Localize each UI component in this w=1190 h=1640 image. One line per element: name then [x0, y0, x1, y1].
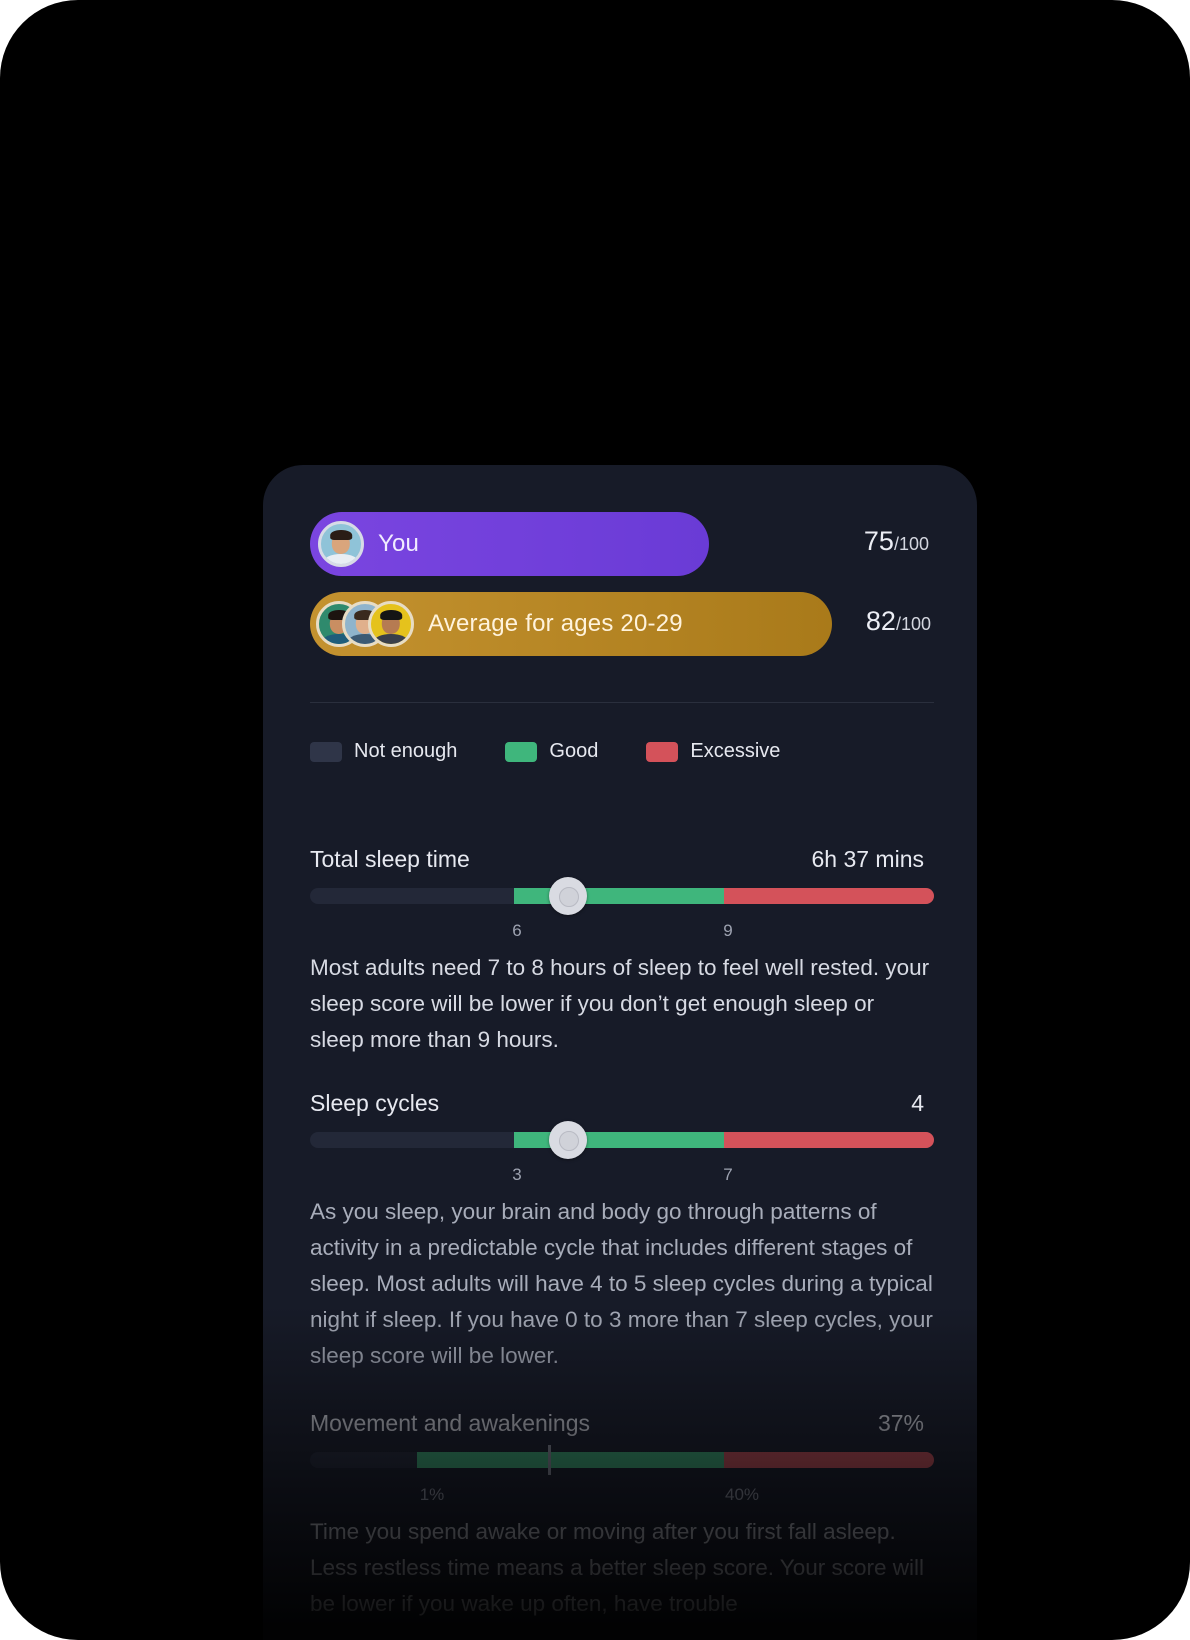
user-avatar: [318, 521, 364, 567]
range-tick-low: 3: [512, 1165, 522, 1184]
metric-description: Time you spend awake or moving after you…: [310, 1519, 925, 1616]
you-score-max: /100: [893, 534, 929, 554]
legend-item-excessive: Excessive: [646, 740, 780, 763]
legend-label-good: Good: [549, 740, 599, 762]
metric-title: Sleep cycles: [310, 1090, 440, 1116]
metric-description: As you sleep, your brain and body go thr…: [310, 1199, 933, 1368]
range-excessive-segment: [724, 1452, 934, 1468]
range-tick-high: 40%: [724, 1485, 760, 1504]
metric-description: Most adults need 7 to 8 hours of sleep t…: [310, 955, 930, 1052]
you-score-bar: You: [310, 512, 709, 576]
metric-title: Total sleep time: [310, 846, 470, 872]
metric-title: Movement and awakenings: [310, 1410, 590, 1436]
metric-value: 37%: [877, 1410, 924, 1436]
peer-avatar-3: [368, 601, 414, 647]
range-thumb[interactable]: [549, 877, 587, 915]
range-excessive-segment: [724, 888, 934, 904]
range-track: [310, 888, 934, 904]
range-thumb[interactable]: [549, 1121, 587, 1159]
range-track: [310, 1452, 934, 1468]
legend-swatch-good: [505, 741, 538, 762]
divider: [310, 702, 934, 703]
range-good-segment: [514, 888, 724, 904]
legend-label-not-enough: Not enough: [354, 740, 458, 762]
metric-total-sleep-time: Total sleep time 6h 37 mins 6 9 Most adu…: [310, 846, 934, 1052]
range-excessive-segment: [724, 1132, 934, 1148]
metric-value: 6h 37 mins: [811, 846, 924, 872]
you-label: You: [378, 530, 420, 557]
range-good-segment: [417, 1452, 724, 1468]
average-score: 82 /100: [866, 606, 931, 637]
device-frame: You 75 /100 Average for ages 20-29 82 /1…: [0, 0, 1190, 1640]
range-track: [310, 1132, 934, 1148]
legend-swatch-not-enough: [310, 741, 342, 762]
average-score-bar: Average for ages 20-29: [310, 592, 832, 656]
metric-sleep-cycles: Sleep cycles 4 3 7 As you sleep, your br…: [310, 1090, 934, 1368]
metric-value: 4: [911, 1090, 924, 1116]
average-score-max: /100: [895, 614, 931, 634]
you-score-value: 75: [863, 526, 894, 556]
legend-swatch-excessive: [646, 741, 679, 762]
legend: Not enough Good Excessive: [310, 740, 828, 763]
range-good-segment: [514, 1132, 724, 1148]
legend-item-good: Good: [505, 740, 598, 763]
average-label: Average for ages 20-29: [428, 610, 683, 637]
range-tick-high: 7: [723, 1165, 733, 1184]
sleep-score-card: You 75 /100 Average for ages 20-29 82 /1…: [263, 465, 977, 1640]
metric-movement-awakenings: Movement and awakenings 37% 1% 40% Time …: [310, 1410, 934, 1616]
range-tick-low: 1%: [419, 1485, 445, 1504]
average-score-value: 82: [865, 606, 896, 636]
legend-item-not-enough: Not enough: [310, 740, 457, 763]
range-marker: [548, 1445, 551, 1475]
legend-label-excessive: Excessive: [690, 740, 781, 762]
you-score: 75 /100: [864, 526, 929, 557]
range-tick-high: 9: [723, 921, 733, 940]
peer-avatars: [316, 601, 414, 647]
range-tick-low: 6: [512, 921, 522, 940]
